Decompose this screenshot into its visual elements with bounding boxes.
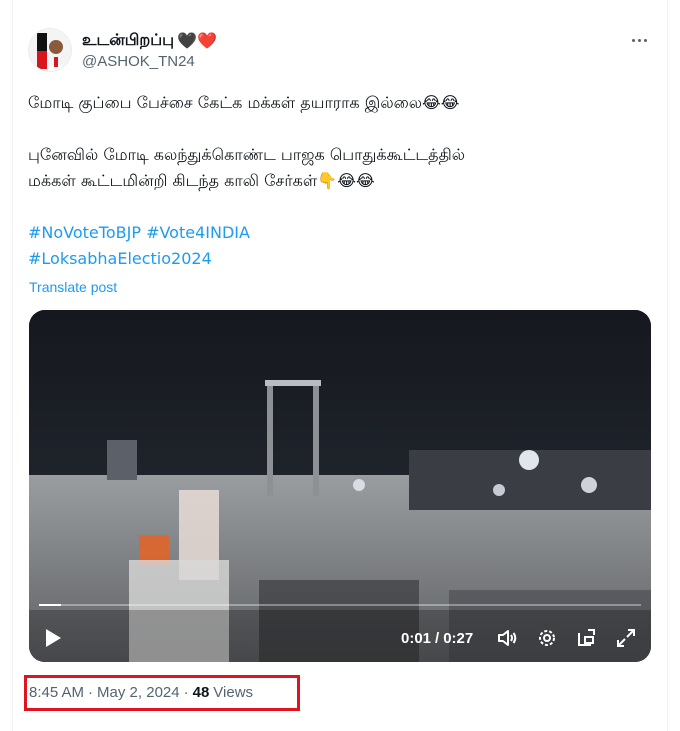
time-separator: / [435, 630, 440, 647]
pip-icon [578, 629, 595, 646]
volume-button[interactable] [496, 626, 518, 650]
tweet-text-line: மோடி குப்பை பேச்சை கேட்க மக்கள் தயாராக இ… [28, 93, 460, 112]
display-name[interactable]: உடன்பிறப்பு 🖤❤️ [82, 30, 217, 51]
more-dot [637, 38, 641, 42]
display-name-text: உடன்பிறப்பு [82, 30, 175, 49]
play-icon [46, 629, 61, 647]
video-player[interactable]: 0:01 / 0:27 [29, 310, 651, 662]
tweet-text-line: புனேவில் மோடி கலந்துக்கொண்ட பாஜக பொதுக்க… [28, 145, 465, 164]
hashtag-link[interactable]: #NoVoteToBJP [28, 223, 141, 242]
user-handle[interactable]: @ASHOK_TN24 [82, 53, 195, 70]
tweet-text: மோடி குப்பை பேச்சை கேட்க மக்கள் தயாராக இ… [28, 90, 648, 272]
translate-post-link[interactable]: Translate post [29, 279, 117, 295]
video-progress-bar[interactable] [39, 604, 641, 606]
volume-icon [498, 630, 517, 646]
fullscreen-icon [617, 629, 635, 647]
more-options-button[interactable] [624, 30, 654, 50]
duration: 0:27 [443, 630, 474, 647]
more-dot [643, 38, 647, 42]
highlight-annotation-box [24, 675, 300, 711]
current-time: 0:01 [401, 630, 432, 647]
hashtag-line: #LoksabhaElectio2024 [28, 246, 648, 272]
settings-button[interactable] [536, 626, 558, 650]
avatar-image [29, 29, 71, 71]
hashtag-link[interactable]: #LoksabhaElectio2024 [28, 249, 212, 268]
video-time: 0:01 / 0:27 [401, 630, 473, 647]
video-progress-fill [39, 604, 62, 606]
fullscreen-button[interactable] [615, 626, 637, 650]
hashtag-line: #NoVoteToBJP #Vote4INDIA [28, 220, 648, 246]
tweet-text-line: மக்கள் கூட்டமின்றி கிடந்த காலி சேர்கள்👇😂… [28, 171, 375, 190]
hashtag-link[interactable]: #Vote4INDIA [146, 223, 250, 242]
name-emojis: 🖤❤️ [177, 31, 217, 50]
more-horizontal-icon [631, 38, 635, 42]
picture-in-picture-button[interactable] [576, 626, 598, 650]
video-frame [29, 310, 651, 662]
settings-icon [539, 630, 555, 646]
avatar[interactable] [28, 28, 72, 72]
play-button[interactable] [43, 626, 63, 650]
